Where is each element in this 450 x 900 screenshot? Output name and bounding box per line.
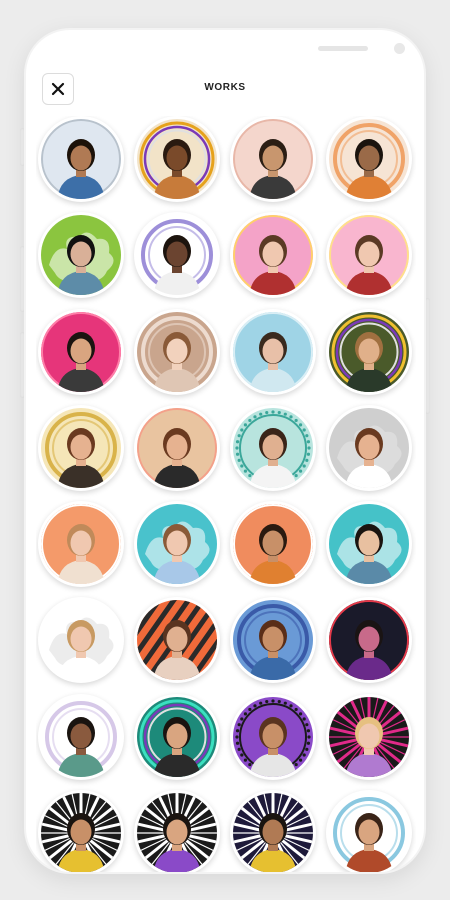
works-grid bbox=[36, 116, 416, 872]
phone-frame: WORKS bbox=[26, 30, 424, 872]
work-thumbnail[interactable] bbox=[38, 212, 124, 299]
portrait-image bbox=[329, 696, 409, 777]
work-thumbnail[interactable] bbox=[326, 116, 412, 202]
work-thumbnail[interactable] bbox=[326, 789, 412, 872]
portrait-image bbox=[41, 504, 121, 584]
work-thumbnail[interactable] bbox=[134, 501, 220, 587]
work-thumbnail[interactable] bbox=[134, 789, 220, 872]
portrait-image bbox=[233, 600, 313, 681]
phone-volume-up bbox=[20, 246, 25, 312]
page-title: WORKS bbox=[204, 82, 246, 93]
portrait-image bbox=[137, 792, 217, 872]
portrait-image bbox=[329, 311, 409, 392]
portrait-image bbox=[233, 215, 313, 296]
work-thumbnail[interactable] bbox=[134, 404, 220, 491]
work-thumbnail[interactable] bbox=[326, 212, 412, 299]
work-thumbnail[interactable] bbox=[230, 116, 316, 202]
portrait-image bbox=[233, 119, 313, 199]
work-thumbnail[interactable] bbox=[134, 308, 220, 395]
phone-notch bbox=[144, 30, 405, 64]
work-thumbnail[interactable] bbox=[38, 693, 124, 780]
portrait-image bbox=[137, 696, 217, 777]
portrait-image bbox=[233, 407, 313, 488]
work-thumbnail[interactable] bbox=[230, 212, 316, 299]
portrait-image bbox=[41, 407, 121, 488]
phone-side-button bbox=[20, 128, 25, 166]
work-thumbnail[interactable] bbox=[326, 308, 412, 395]
front-camera bbox=[394, 43, 405, 54]
portrait-image bbox=[41, 600, 121, 681]
portrait-image bbox=[137, 215, 217, 296]
work-thumbnail[interactable] bbox=[230, 597, 316, 684]
phone-power-button bbox=[425, 298, 430, 414]
portrait-image bbox=[41, 215, 121, 296]
work-thumbnail[interactable] bbox=[38, 308, 124, 395]
portrait-image bbox=[329, 215, 409, 296]
work-thumbnail[interactable] bbox=[230, 308, 316, 395]
work-thumbnail[interactable] bbox=[38, 404, 124, 491]
portrait-image bbox=[41, 119, 121, 199]
portrait-image bbox=[137, 600, 217, 681]
speaker-grille bbox=[318, 46, 368, 51]
portrait-image bbox=[329, 407, 409, 488]
works-header: WORKS bbox=[26, 70, 424, 110]
portrait-image bbox=[41, 792, 121, 872]
work-thumbnail[interactable] bbox=[134, 116, 220, 202]
portrait-image bbox=[329, 119, 409, 199]
work-thumbnail[interactable] bbox=[134, 212, 220, 299]
portrait-image bbox=[329, 792, 409, 872]
portrait-image bbox=[233, 792, 313, 872]
work-thumbnail[interactable] bbox=[134, 693, 220, 780]
portrait-image bbox=[41, 696, 121, 777]
portrait-image bbox=[137, 119, 217, 199]
portrait-image bbox=[233, 696, 313, 777]
work-thumbnail[interactable] bbox=[230, 404, 316, 491]
work-thumbnail[interactable] bbox=[230, 789, 316, 872]
work-thumbnail[interactable] bbox=[326, 404, 412, 491]
portrait-image bbox=[137, 504, 217, 584]
portrait-image bbox=[233, 504, 313, 584]
work-thumbnail[interactable] bbox=[38, 501, 124, 587]
phone-volume-down bbox=[20, 332, 25, 398]
work-thumbnail[interactable] bbox=[326, 597, 412, 684]
portrait-image bbox=[329, 504, 409, 584]
portrait-image bbox=[137, 311, 217, 392]
work-thumbnail[interactable] bbox=[230, 501, 316, 587]
work-thumbnail[interactable] bbox=[38, 789, 124, 872]
portrait-image bbox=[137, 407, 217, 488]
work-thumbnail[interactable] bbox=[38, 597, 124, 684]
portrait-image bbox=[233, 311, 313, 392]
portrait-image bbox=[329, 600, 409, 681]
portrait-image bbox=[41, 311, 121, 392]
work-thumbnail[interactable] bbox=[134, 597, 220, 684]
work-thumbnail[interactable] bbox=[230, 693, 316, 780]
work-thumbnail[interactable] bbox=[38, 116, 124, 202]
work-thumbnail[interactable] bbox=[326, 501, 412, 587]
work-thumbnail[interactable] bbox=[326, 693, 412, 780]
